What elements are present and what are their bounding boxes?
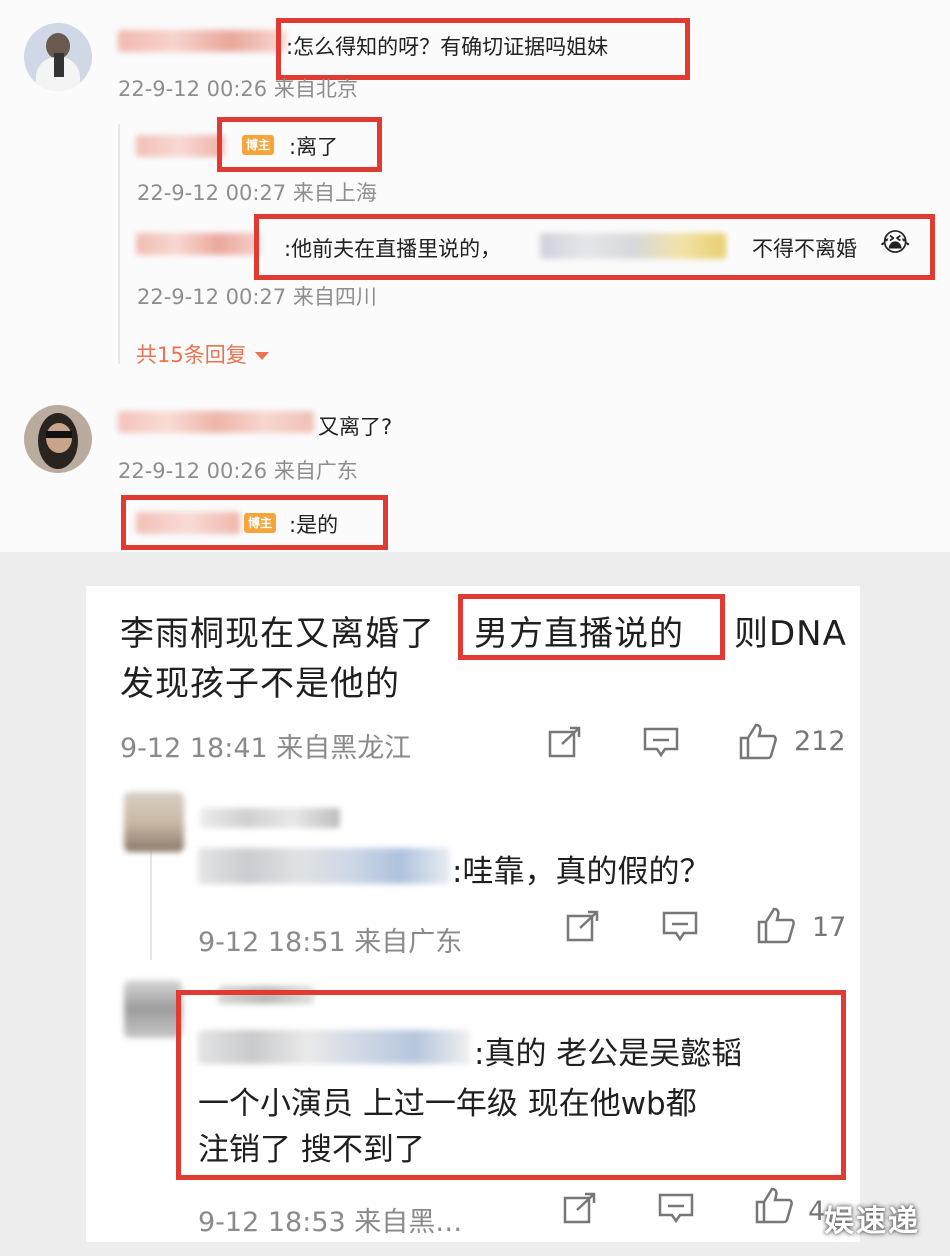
username-blurred[interactable]: [118, 30, 286, 52]
reply-meta: 9-12 18:53 来自黑…: [198, 1207, 463, 1238]
like-icon[interactable]: [738, 722, 778, 760]
comment-icon[interactable]: [662, 910, 698, 942]
comment-meta: 22-9-12 00:26 来自北京: [118, 77, 358, 101]
comment-icon[interactable]: [658, 1192, 694, 1224]
like-count: 212: [794, 726, 846, 757]
comment-text: :怎么得知的呀？有确切证据吗姐妹: [286, 35, 609, 59]
share-icon[interactable]: [566, 910, 600, 942]
reply-text: :是的: [289, 513, 339, 537]
chevron-down-icon: [255, 352, 270, 360]
thread-line: [118, 124, 120, 364]
post-text-boxed: 男方直播说的: [474, 614, 684, 654]
mention-blurred[interactable]: [540, 233, 726, 259]
comment-icon[interactable]: [643, 726, 679, 758]
author-badge: 博主: [242, 135, 275, 155]
username-blurred[interactable]: [136, 233, 260, 255]
reply-text-line2: 一个小演员 上过一年级 现在他wb都: [198, 1086, 697, 1122]
reply-text: :他前夫在直播里说的，: [284, 237, 502, 261]
post-meta: 9-12 18:41 来自黑龙江: [120, 733, 412, 764]
like-icon[interactable]: [756, 906, 796, 944]
more-replies-label: 共15条回复: [136, 343, 247, 367]
comment-meta: 22-9-12 00:26 来自广东: [118, 459, 358, 483]
reply-text: :哇靠，真的假的？: [452, 854, 711, 890]
like-count: 17: [812, 912, 847, 943]
avatar[interactable]: [24, 405, 92, 473]
like-icon[interactable]: [754, 1186, 794, 1224]
mention-blurred[interactable]: [198, 848, 450, 884]
username-blurred[interactable]: [136, 512, 240, 534]
username-blurred[interactable]: [200, 808, 340, 828]
reply-text: :离了: [289, 135, 339, 159]
reply-meta: 9-12 18:51 来自广东: [198, 927, 463, 958]
mention-blurred[interactable]: [198, 1030, 470, 1064]
reply-text: 不得不离婚: [752, 237, 857, 261]
reply-text-line1: :真的 老公是吴懿韬: [474, 1036, 743, 1072]
avatar[interactable]: [124, 980, 182, 1038]
post-text-line2: 发现孩子不是他的: [120, 664, 400, 704]
reply-text-line3: 注销了 搜不到了: [198, 1132, 425, 1168]
comment-text: 又离了?: [318, 415, 393, 439]
author-badge: 博主: [244, 513, 277, 533]
avatar[interactable]: [124, 792, 184, 852]
watermark-label: 娱速递: [824, 1204, 920, 1239]
share-icon[interactable]: [563, 1192, 597, 1224]
share-icon[interactable]: [548, 726, 582, 758]
avatar[interactable]: [24, 23, 92, 91]
username-blurred[interactable]: [136, 135, 224, 157]
crying-emoji-icon: 😭: [880, 228, 911, 258]
reply-meta: 22-9-12 00:27 来自四川: [137, 285, 377, 309]
reply-meta: 22-9-12 00:27 来自上海: [137, 181, 377, 205]
like-count: 4: [808, 1196, 826, 1227]
username-blurred[interactable]: [118, 411, 314, 433]
post-text-line1: 李雨桐现在又离婚了: [120, 614, 435, 654]
thread-line: [150, 850, 152, 960]
more-replies-link[interactable]: 共15条回复: [136, 339, 270, 369]
post-text-line1-end: 则DNA: [734, 614, 847, 654]
